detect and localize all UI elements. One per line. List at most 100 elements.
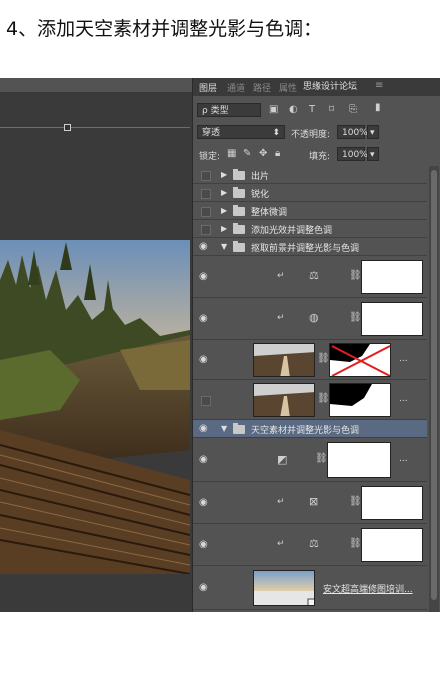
chevron-down-icon[interactable]: ▼	[221, 424, 227, 433]
layers-panel: 图层 通道 路径 属性 思缘设计论坛 ≡ ρ 类型 ▣ ◐ T ⌑ ⎘ ▮ 穿透…	[192, 78, 440, 612]
opacity-label: 不透明度:	[291, 130, 331, 140]
eye-icon[interactable]: ◉	[199, 354, 208, 365]
disabled-mask-icon	[330, 344, 390, 376]
layer-foreground-pixel-1[interactable]: ◉ ⛓ ...	[193, 340, 427, 380]
visibility-toggle[interactable]	[201, 225, 211, 235]
trail-thumbnail	[254, 344, 314, 376]
layer-mask-thumbnail[interactable]	[361, 302, 423, 336]
layer-list: ▶ 出片 ▶ 锐化 ▶ 整体微调 ▶ 添加光效并调整色调 ◉ ▼ 抠取前景并调整…	[193, 166, 427, 612]
blend-row: 穿透 ⬍ 不透明度: 100% ▾	[193, 122, 440, 144]
lock-position-icon[interactable]: ✥	[259, 148, 267, 159]
filter-type-dropdown[interactable]: ρ 类型	[197, 103, 261, 117]
layer-foreground-pixel-2[interactable]: ⛓ ...	[193, 380, 427, 420]
layer-adjustment-balance[interactable]: ◉ ↵ ⚖ ⛓	[193, 256, 427, 298]
more-icon[interactable]: ...	[399, 354, 408, 364]
layer-group-tiankong[interactable]: ◉ ▼ 天空素材并调整光影与色调	[193, 420, 427, 438]
layer-name: 整体微调	[251, 208, 288, 218]
eye-icon[interactable]: ◉	[199, 454, 208, 465]
lock-image-icon[interactable]: ✎	[243, 148, 251, 159]
layer-thumbnail[interactable]	[253, 570, 315, 606]
layer-group-guangxiao[interactable]: ▶ 添加光效并调整色调	[193, 220, 427, 238]
opacity-dropdown-button[interactable]: ▾	[367, 125, 379, 139]
tab-channels[interactable]: 通道	[227, 81, 245, 94]
visibility-toggle[interactable]	[201, 171, 211, 181]
chevron-right-icon[interactable]: ▶	[221, 170, 227, 179]
eye-icon[interactable]: ◉	[199, 497, 208, 508]
clip-arrow-icon: ↵	[277, 271, 285, 281]
blend-mode-dropdown[interactable]: 穿透 ⬍	[197, 125, 285, 139]
more-icon[interactable]: ...	[399, 454, 408, 464]
watermark-text: 思缘设计论坛	[303, 82, 358, 92]
layer-group-qianjing[interactable]: ◉ ▼ 抠取前景并调整光影与色调	[193, 238, 427, 256]
opacity-input[interactable]: 100%	[337, 125, 368, 139]
layer-mask-thumbnail[interactable]	[361, 260, 423, 294]
layer-mask-thumbnail[interactable]	[361, 528, 423, 562]
layer-name: 安文超高端修图培训...	[323, 585, 413, 595]
smart-object-filter-icon[interactable]: ⎘	[349, 104, 357, 115]
layer-group-ruihua[interactable]: ▶ 锐化	[193, 184, 427, 202]
type-filter-icon[interactable]: T	[309, 104, 315, 115]
clip-arrow-icon: ↵	[277, 539, 285, 549]
layer-name: 出片	[251, 172, 270, 182]
fill-label: 填充:	[309, 152, 331, 162]
tab-paths[interactable]: 路径	[253, 81, 271, 94]
color-balance-icon: ⚖	[309, 269, 319, 282]
folder-icon	[233, 423, 245, 434]
visibility-toggle[interactable]	[201, 396, 211, 406]
shape-filter-icon[interactable]: ⌑	[329, 104, 334, 115]
eye-icon[interactable]: ◉	[199, 539, 208, 550]
layer-adjustment-balance-2[interactable]: ◉ ↵ ⚖ ⛓	[193, 524, 427, 566]
chevron-right-icon[interactable]: ▶	[221, 188, 227, 197]
document-canvas[interactable]	[0, 78, 192, 612]
more-icon[interactable]: ...	[399, 394, 408, 404]
layer-name: 锐化	[251, 190, 270, 200]
layer-thumbnail[interactable]	[253, 343, 315, 377]
canvas-top-bar	[0, 78, 192, 92]
channel-mixer-icon: ◍	[309, 311, 319, 324]
link-icon[interactable]: ⛓	[317, 353, 330, 364]
layer-adjustment-mixer[interactable]: ◉ ↵ ◍ ⛓	[193, 298, 427, 340]
link-icon[interactable]: ⛓	[349, 538, 362, 549]
canvas-frame	[0, 92, 192, 612]
pixel-filter-icon[interactable]: ▣	[269, 104, 278, 115]
chevron-right-icon[interactable]: ▶	[221, 206, 227, 215]
chevron-right-icon[interactable]: ▶	[221, 224, 227, 233]
link-icon[interactable]: ⛓	[349, 496, 362, 507]
lock-transparent-icon[interactable]: ▦	[227, 148, 236, 159]
filter-toggle-icon[interactable]: ▮	[375, 102, 381, 113]
layer-adjustment-gradient[interactable]: ◉ ↵ ⊠ ⛓	[193, 482, 427, 524]
tab-layers[interactable]: 图层	[199, 81, 217, 94]
visibility-toggle[interactable]	[201, 189, 211, 199]
layer-thumbnail[interactable]	[253, 383, 315, 417]
scrollbar-thumb[interactable]	[431, 170, 437, 600]
lock-all-icon[interactable]: 🔒︎	[275, 148, 280, 159]
layer-mask-thumbnail[interactable]	[327, 442, 391, 478]
transform-handle-top[interactable]	[64, 124, 71, 131]
eye-icon[interactable]: ◉	[199, 241, 208, 252]
link-icon[interactable]: ⛓	[315, 453, 328, 464]
layers-scrollbar[interactable]	[429, 166, 439, 612]
layer-group-zhengti[interactable]: ▶ 整体微调	[193, 202, 427, 220]
link-icon[interactable]: ⛓	[349, 312, 362, 323]
layer-mask-thumbnail[interactable]	[329, 343, 391, 377]
tab-properties[interactable]: 属性	[279, 81, 297, 94]
adjustment-filter-icon[interactable]: ◐	[289, 104, 298, 115]
layer-mask-thumbnail[interactable]	[361, 486, 423, 520]
layer-group-chupian[interactable]: ▶ 出片	[193, 166, 427, 184]
link-icon[interactable]: ⛓	[317, 393, 330, 404]
eye-icon[interactable]: ◉	[199, 271, 208, 282]
layer-mask-thumbnail[interactable]	[329, 383, 391, 417]
layer-sky-smart-object[interactable]: ◉ 安文超高端修图培训...	[193, 566, 427, 610]
visibility-toggle[interactable]	[201, 207, 211, 217]
panel-menu-icon[interactable]: ≡	[375, 80, 383, 91]
eye-icon[interactable]: ◉	[199, 582, 208, 593]
layer-name: 抠取前景并调整光影与色调	[251, 244, 360, 254]
chevron-down-icon[interactable]: ▼	[221, 242, 227, 251]
eye-icon[interactable]: ◉	[199, 423, 208, 434]
eye-icon[interactable]: ◉	[199, 313, 208, 324]
link-icon[interactable]: ⛓	[349, 270, 362, 281]
fill-input[interactable]: 100%	[337, 147, 368, 161]
forest-photo	[0, 240, 190, 574]
layer-adjustment-curves[interactable]: ◉ ◩ ⛓ ...	[193, 438, 427, 482]
fill-dropdown-button[interactable]: ▾	[367, 147, 379, 161]
